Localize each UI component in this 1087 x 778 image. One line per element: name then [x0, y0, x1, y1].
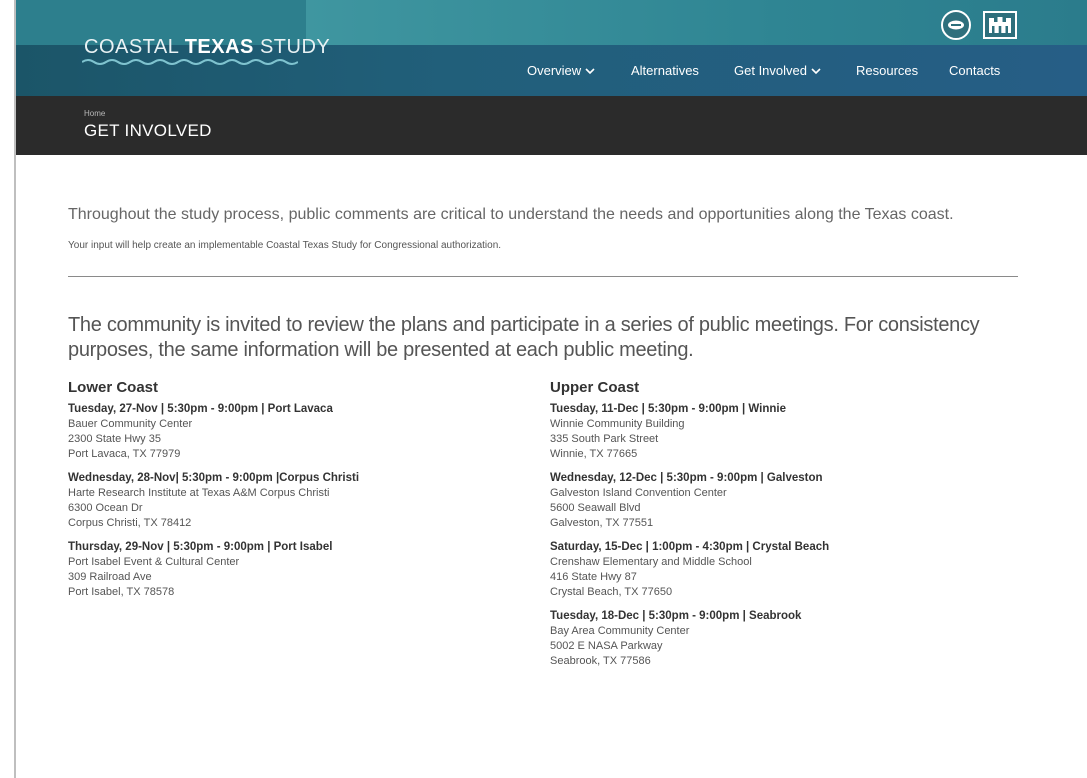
shield-seal-icon[interactable] — [941, 10, 971, 40]
meeting-city: Galveston, TX 77551 — [550, 517, 654, 529]
meeting-item: Wednesday, 12-Dec | 5:30pm - 9:00pm | Ga… — [550, 471, 1000, 531]
meeting-street: 5600 Seawall Blvd — [550, 502, 641, 514]
meeting-venue: Port Isabel Event & Cultural Center — [68, 556, 240, 568]
meeting-item: Thursday, 29-Nov | 5:30pm - 9:00pm | Por… — [68, 540, 518, 600]
intro-lead: Throughout the study process, public com… — [68, 206, 954, 223]
partner-logos — [941, 10, 1017, 40]
meeting-city: Port Lavaca, TX 77979 — [68, 448, 181, 460]
meeting-columns: Lower Coast Tuesday, 27-Nov | 5:30pm - 9… — [68, 379, 1018, 739]
brand-bold: TEXAS — [184, 36, 254, 58]
site-logo[interactable]: COASTAL TEXAS STUDY — [84, 36, 330, 59]
meeting-heading: Tuesday, 11-Dec | 5:30pm - 9:00pm | Winn… — [550, 403, 786, 415]
main-content: Throughout the study process, public com… — [68, 204, 1018, 739]
meeting-venue: Bauer Community Center — [68, 418, 193, 430]
chevron-down-icon — [585, 67, 595, 74]
meeting-street: 5002 E NASA Parkway — [550, 640, 663, 652]
nav-alternatives[interactable]: Alternatives — [631, 63, 699, 78]
intro-small: Your input will help create an implement… — [68, 240, 502, 251]
meeting-street: 335 South Park Street — [550, 433, 659, 445]
meeting-heading: Wednesday, 28-Nov| 5:30pm - 9:00pm |Corp… — [68, 472, 360, 484]
meeting-venue: Harte Research Institute at Texas A&M Co… — [68, 487, 330, 499]
meeting-item: Tuesday, 27-Nov | 5:30pm - 9:00pm | Port… — [68, 402, 518, 462]
castle-icon[interactable] — [983, 11, 1017, 39]
lower-coast-column: Lower Coast Tuesday, 27-Nov | 5:30pm - 9… — [68, 379, 518, 609]
nav-overview-label: Overview — [527, 63, 582, 78]
meeting-heading: Wednesday, 12-Dec | 5:30pm - 9:00pm | Ga… — [550, 472, 823, 484]
meeting-item: Wednesday, 28-Nov| 5:30pm - 9:00pm |Corp… — [68, 471, 518, 531]
nav-resources[interactable]: Resources — [856, 63, 918, 78]
meeting-city: Seabrook, TX 77586 — [550, 655, 651, 667]
meeting-heading: Thursday, 29-Nov | 5:30pm - 9:00pm | Por… — [68, 541, 333, 553]
meeting-venue: Bay Area Community Center — [550, 625, 690, 637]
meeting-city: Port Isabel, TX 78578 — [68, 586, 175, 598]
nav-contacts[interactable]: Contacts — [949, 63, 1000, 78]
divider — [68, 276, 1018, 277]
meeting-venue: Winnie Community Building — [550, 418, 685, 430]
invite-text: The community is invited to review the p… — [68, 314, 980, 361]
meeting-city: Corpus Christi, TX 78412 — [68, 517, 192, 529]
brand-prefix: COASTAL — [84, 36, 185, 58]
meeting-city: Crystal Beach, TX 77650 — [550, 586, 673, 598]
meeting-heading: Saturday, 15-Dec | 1:00pm - 4:30pm | Cry… — [550, 541, 830, 553]
meeting-street: 6300 Ocean Dr — [68, 502, 143, 514]
meeting-city: Winnie, TX 77665 — [550, 448, 638, 460]
meeting-street: 309 Railroad Ave — [68, 571, 152, 583]
region-title-upper: Upper Coast — [550, 379, 640, 396]
nav-get-involved[interactable]: Get Involved — [734, 63, 821, 78]
nav-overview[interactable]: Overview — [527, 63, 595, 78]
chevron-down-icon — [811, 67, 821, 74]
site-header: COASTAL TEXAS STUDY Overview Alternative… — [16, 0, 1087, 96]
page-title-bar: Home GET INVOLVED — [16, 96, 1087, 155]
main-nav: Overview Alternatives Get Involved Resou… — [16, 58, 1087, 88]
meeting-heading: Tuesday, 18-Dec | 5:30pm - 9:00pm | Seab… — [550, 610, 802, 622]
brand-suffix: STUDY — [253, 36, 331, 58]
nav-resources-label: Resources — [856, 63, 919, 78]
breadcrumb-home[interactable]: Home — [84, 109, 105, 118]
upper-coast-column: Upper Coast Tuesday, 11-Dec | 5:30pm - 9… — [550, 379, 1000, 678]
nav-alternatives-label: Alternatives — [631, 63, 699, 78]
meeting-venue: Crenshaw Elementary and Middle School — [550, 556, 752, 568]
meeting-heading: Tuesday, 27-Nov | 5:30pm - 9:00pm | Port… — [68, 403, 333, 415]
meeting-venue: Galveston Island Convention Center — [550, 487, 727, 499]
meeting-street: 416 State Hwy 87 — [550, 571, 637, 583]
nav-contacts-label: Contacts — [949, 63, 1001, 78]
meeting-item: Saturday, 15-Dec | 1:00pm - 4:30pm | Cry… — [550, 540, 1000, 600]
nav-get-involved-label: Get Involved — [734, 63, 807, 78]
meeting-street: 2300 State Hwy 35 — [68, 433, 161, 445]
region-title-lower: Lower Coast — [68, 379, 159, 396]
page-title: GET INVOLVED — [84, 121, 212, 140]
meeting-item: Tuesday, 11-Dec | 5:30pm - 9:00pm | Winn… — [550, 402, 1000, 462]
meeting-item: Tuesday, 18-Dec | 5:30pm - 9:00pm | Seab… — [550, 609, 1000, 669]
